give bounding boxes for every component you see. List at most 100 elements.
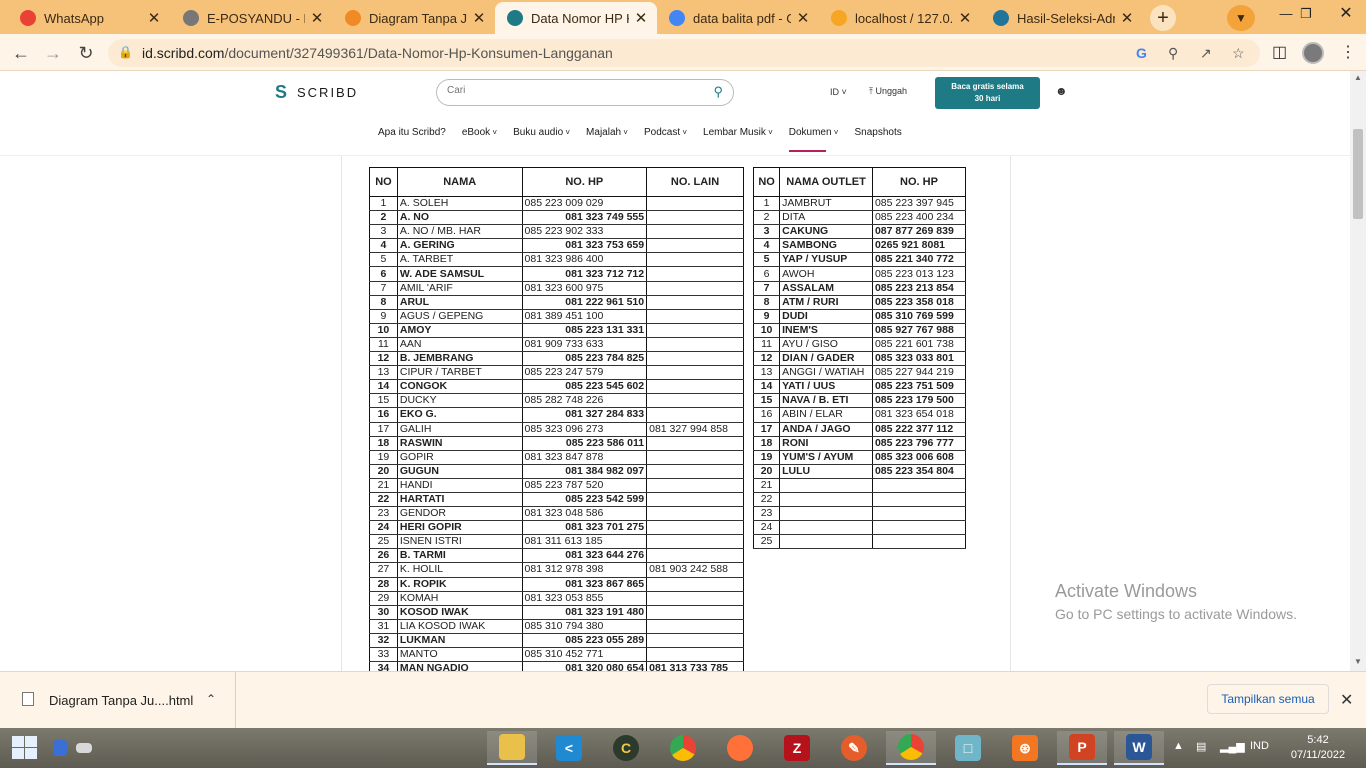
user-account-icon[interactable]: ☻ [1055, 84, 1068, 98]
nav-item[interactable]: Apa itu Scribd? [378, 127, 446, 138]
chrome-active-icon[interactable] [886, 731, 936, 765]
tab-close-icon[interactable]: ✕ [1119, 9, 1135, 27]
cell-lain: 081 313 733 785 [646, 661, 744, 671]
clock[interactable]: 5:42 07/11/2022 [1288, 733, 1348, 763]
browser-tab[interactable]: Data Nomor HP Ko✕ [495, 2, 657, 34]
nav-item[interactable]: Dokumen ˅ [788, 127, 838, 152]
cell-lain: 081 903 242 588 [646, 562, 744, 578]
reload-icon[interactable]: ↻ [73, 40, 99, 66]
powerpoint-icon[interactable]: P [1057, 731, 1107, 765]
browser-tab[interactable]: data balita pdf - G ✕ [657, 2, 819, 34]
tray-chevron-up-icon[interactable]: ▲ [1173, 740, 1184, 752]
tab-close-icon[interactable]: ✕ [146, 9, 162, 27]
keyboard-icon[interactable] [72, 731, 96, 765]
nav-item[interactable]: Snapshots [854, 127, 901, 138]
scroll-down-arrow-icon[interactable]: ▼ [1350, 657, 1366, 666]
cell-outlet: AWOH [779, 266, 873, 282]
cell-hp: 081 323 986 400 [521, 252, 648, 268]
nav-item[interactable]: Majalah ˅ [586, 127, 628, 138]
firefox-icon[interactable] [715, 731, 765, 765]
browser-tab[interactable]: WhatsApp ✕ [8, 2, 170, 34]
table-row: 6 AWOH 085 223 013 123 [752, 266, 967, 282]
free-trial-button[interactable]: Baca gratis selama 30 hari [935, 77, 1040, 109]
page-scrollbar[interactable]: ▲ ▼ [1350, 71, 1366, 671]
outlet-phone-table: NO NAMA OUTLET NO. HP 1 JAMBRUT 085 223 39… [752, 167, 967, 550]
nav-item[interactable]: Lembar Musik ˅ [703, 127, 773, 138]
nav-item[interactable]: Buku audio ˅ [513, 127, 570, 138]
side-panel-icon[interactable]: ◫ [1272, 42, 1287, 62]
cell-hp: 0265 921 8081 [871, 238, 967, 254]
forward-arrow-icon[interactable]: → [40, 40, 66, 66]
xampp-icon[interactable]: ⊛ [1000, 731, 1050, 765]
scroll-up-arrow-icon[interactable]: ▲ [1350, 73, 1366, 82]
restore-icon[interactable]: ❐ [1286, 0, 1326, 34]
show-all-downloads-button[interactable]: Tampilkan semua [1207, 684, 1329, 714]
word-icon[interactable]: W [1114, 731, 1164, 765]
share-icon[interactable]: ↗ [1200, 45, 1212, 62]
cell-lain [646, 281, 744, 296]
cell-nama: KOMAH [396, 591, 523, 606]
table-row: 16 ABIN / ELAR 081 323 654 018 [752, 407, 967, 423]
address-bar[interactable]: 🔒 id.scribd.com/document/327499361/Data-… [108, 39, 1260, 67]
browser-tab[interactable]: Diagram Tanpa Jud✕ [333, 2, 495, 34]
cell-lain [646, 534, 744, 550]
vscode-icon[interactable]: < [544, 731, 594, 765]
tab-label: Hasil-Seleksi-Adm [1017, 10, 1115, 26]
input-language-indicator[interactable]: IND [1250, 740, 1269, 752]
table-row: 12 B. JEMBRANG 085 223 784 825 [369, 351, 744, 367]
scribd-logo[interactable]: S SCRIBD [275, 82, 358, 102]
new-tab-button[interactable]: + [1150, 5, 1176, 31]
download-item[interactable]: Diagram Tanpa Ju....html ⌃ [0, 672, 236, 728]
app-tool-icon[interactable]: ✎ [829, 731, 879, 765]
upload-button[interactable]: ⤒ Unggah [869, 86, 907, 97]
search-box[interactable]: ⚲ [436, 79, 734, 106]
nav-item-label: Buku audio [513, 127, 564, 138]
tab-close-icon[interactable]: ✕ [471, 9, 487, 27]
signal-icon[interactable]: ▂▄▆ [1220, 740, 1245, 753]
language-selector[interactable]: ID ˅ [830, 87, 847, 97]
google-translate-icon[interactable]: G [1136, 45, 1147, 61]
tab-close-icon[interactable]: ✕ [633, 9, 649, 27]
cell-lain [646, 591, 744, 606]
nav-item[interactable]: Podcast ˅ [644, 127, 687, 138]
browser-tab[interactable]: Hasil-Seleksi-Adm ✕ [981, 2, 1143, 34]
table-row: 32 LUKMAN 085 223 055 289 [369, 633, 744, 649]
scrollbar-thumb[interactable] [1353, 129, 1363, 219]
tab-label: E-POSYANDU - Da [207, 10, 305, 26]
search-icon[interactable]: ⚲ [713, 84, 723, 100]
file-explorer-icon[interactable] [487, 731, 537, 765]
profile-avatar[interactable] [1302, 42, 1324, 64]
chrome-icon[interactable] [658, 731, 708, 765]
close-icon[interactable]: ✕ [1340, 690, 1353, 710]
back-arrow-icon[interactable]: ← [8, 40, 34, 66]
app-c-icon[interactable]: C [601, 731, 651, 765]
tab-close-icon[interactable]: ✕ [957, 9, 973, 27]
zoom-icon[interactable]: ⚲ [1168, 45, 1178, 62]
cell-nama: A. GERING [396, 238, 523, 254]
filezilla-icon[interactable]: Z [772, 731, 822, 765]
cell-no: 26 [369, 548, 398, 564]
notebook-icon[interactable]: □ [943, 731, 993, 765]
search-input[interactable] [447, 85, 697, 96]
tab-close-icon[interactable]: ✕ [795, 9, 811, 27]
logo-text: SCRIBD [297, 84, 359, 100]
cell-no: 22 [752, 492, 781, 508]
cell-hp: 081 327 284 833 [521, 407, 648, 423]
close-window-icon[interactable]: ✕ [1326, 0, 1366, 34]
bookmark-star-icon[interactable]: ☆ [1232, 45, 1245, 62]
nav-item[interactable]: eBook ˅ [462, 127, 497, 138]
store-icon[interactable] [45, 731, 75, 765]
browser-menu-icon[interactable]: ⋮ [1340, 42, 1356, 62]
table-row: 4 SAMBONG 0265 921 8081 [752, 238, 967, 254]
chevron-up-icon[interactable]: ⌃ [206, 692, 216, 706]
table-row: 11 AYU / GISO 085 221 601 738 [752, 337, 967, 353]
browser-tab[interactable]: localhost / 127.0.0 ✕ [819, 2, 981, 34]
tab-close-icon[interactable]: ✕ [309, 9, 325, 27]
cell-outlet: ANDA / JAGO [779, 422, 873, 437]
tab-search-chevron-icon[interactable]: ▼ [1227, 5, 1255, 31]
cell-lain [646, 492, 744, 508]
browser-tab[interactable]: E-POSYANDU - Da✕ [171, 2, 333, 34]
chevron-down-icon: ˅ [490, 128, 498, 137]
network-devices-icon[interactable]: ▤ [1196, 740, 1206, 753]
windows-start-icon[interactable] [12, 736, 38, 760]
